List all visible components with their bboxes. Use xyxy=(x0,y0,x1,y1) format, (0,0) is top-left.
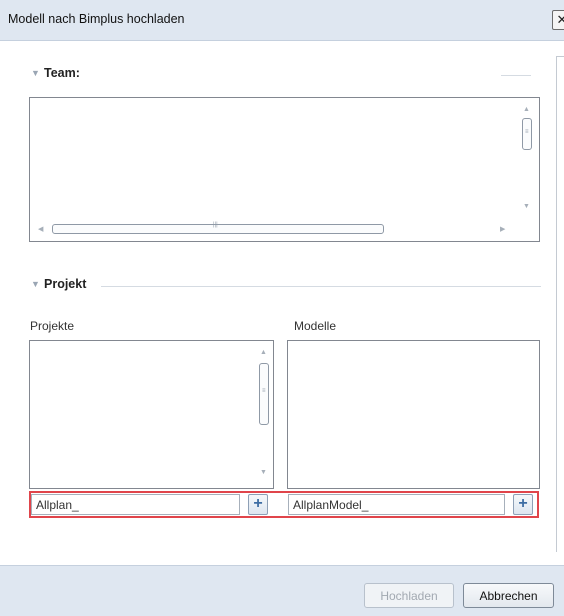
team-label: Team: xyxy=(44,66,80,80)
model-name-input[interactable] xyxy=(288,494,505,515)
scroll-up-arrow-icon[interactable]: ▲ xyxy=(523,106,530,113)
plus-icon: + xyxy=(518,495,528,512)
collapse-arrow-icon: ▼ xyxy=(31,279,40,289)
scroll-left-arrow-icon[interactable]: ◀ xyxy=(38,225,43,233)
add-project-button[interactable]: + xyxy=(248,494,268,515)
side-panel-edge xyxy=(556,56,564,552)
close-button[interactable]: ✕ xyxy=(552,10,564,30)
team-list[interactable]: ▲ ≡ ▼ ◀ ||| ▶ xyxy=(29,97,540,242)
projects-vertical-scrollbar[interactable]: ▲ ≡ ▼ xyxy=(255,341,272,488)
projects-vertical-thumb[interactable]: ≡ xyxy=(259,363,269,425)
team-vertical-thumb[interactable]: ≡ xyxy=(522,118,532,150)
team-horizontal-thumb[interactable]: ||| xyxy=(52,222,384,234)
models-column-label: Modelle xyxy=(294,319,337,333)
projekt-section-header[interactable]: ▼ Projekt xyxy=(31,277,541,295)
cancel-button[interactable]: Abbrechen xyxy=(463,583,554,608)
section-divider xyxy=(501,75,531,76)
team-vertical-scrollbar[interactable]: ▲ ≡ ▼ xyxy=(518,98,535,218)
projects-column-label: Projekte xyxy=(30,319,75,333)
project-name-input[interactable] xyxy=(31,494,240,515)
window-title: Modell nach Bimplus hochladen xyxy=(8,12,185,26)
grip-icon: ≡ xyxy=(262,388,266,394)
close-icon: ✕ xyxy=(556,12,564,27)
scroll-right-arrow-icon[interactable]: ▶ xyxy=(500,225,505,233)
team-horizontal-scrollbar[interactable]: ◀ ||| ▶ xyxy=(30,219,518,239)
scroll-down-arrow-icon[interactable]: ▼ xyxy=(523,203,530,210)
plus-icon: + xyxy=(253,495,263,512)
grip-icon: ||| xyxy=(213,222,218,228)
grip-icon: ≡ xyxy=(525,129,529,135)
projects-list[interactable]: ▲ ≡ ▼ xyxy=(29,340,274,489)
title-bar: Modell nach Bimplus hochladen ✕ xyxy=(0,0,564,41)
models-list[interactable] xyxy=(287,340,540,489)
projekt-label: Projekt xyxy=(44,277,87,291)
scroll-down-arrow-icon[interactable]: ▼ xyxy=(260,469,267,476)
section-divider xyxy=(101,286,541,287)
collapse-arrow-icon: ▼ xyxy=(31,68,40,78)
upload-button[interactable]: Hochladen xyxy=(364,583,454,608)
scroll-up-arrow-icon[interactable]: ▲ xyxy=(260,349,267,356)
dialog-footer: Hochladen Abbrechen xyxy=(0,565,564,616)
team-section-header[interactable]: ▼ Team: xyxy=(31,66,531,84)
add-model-button[interactable]: + xyxy=(513,494,533,515)
